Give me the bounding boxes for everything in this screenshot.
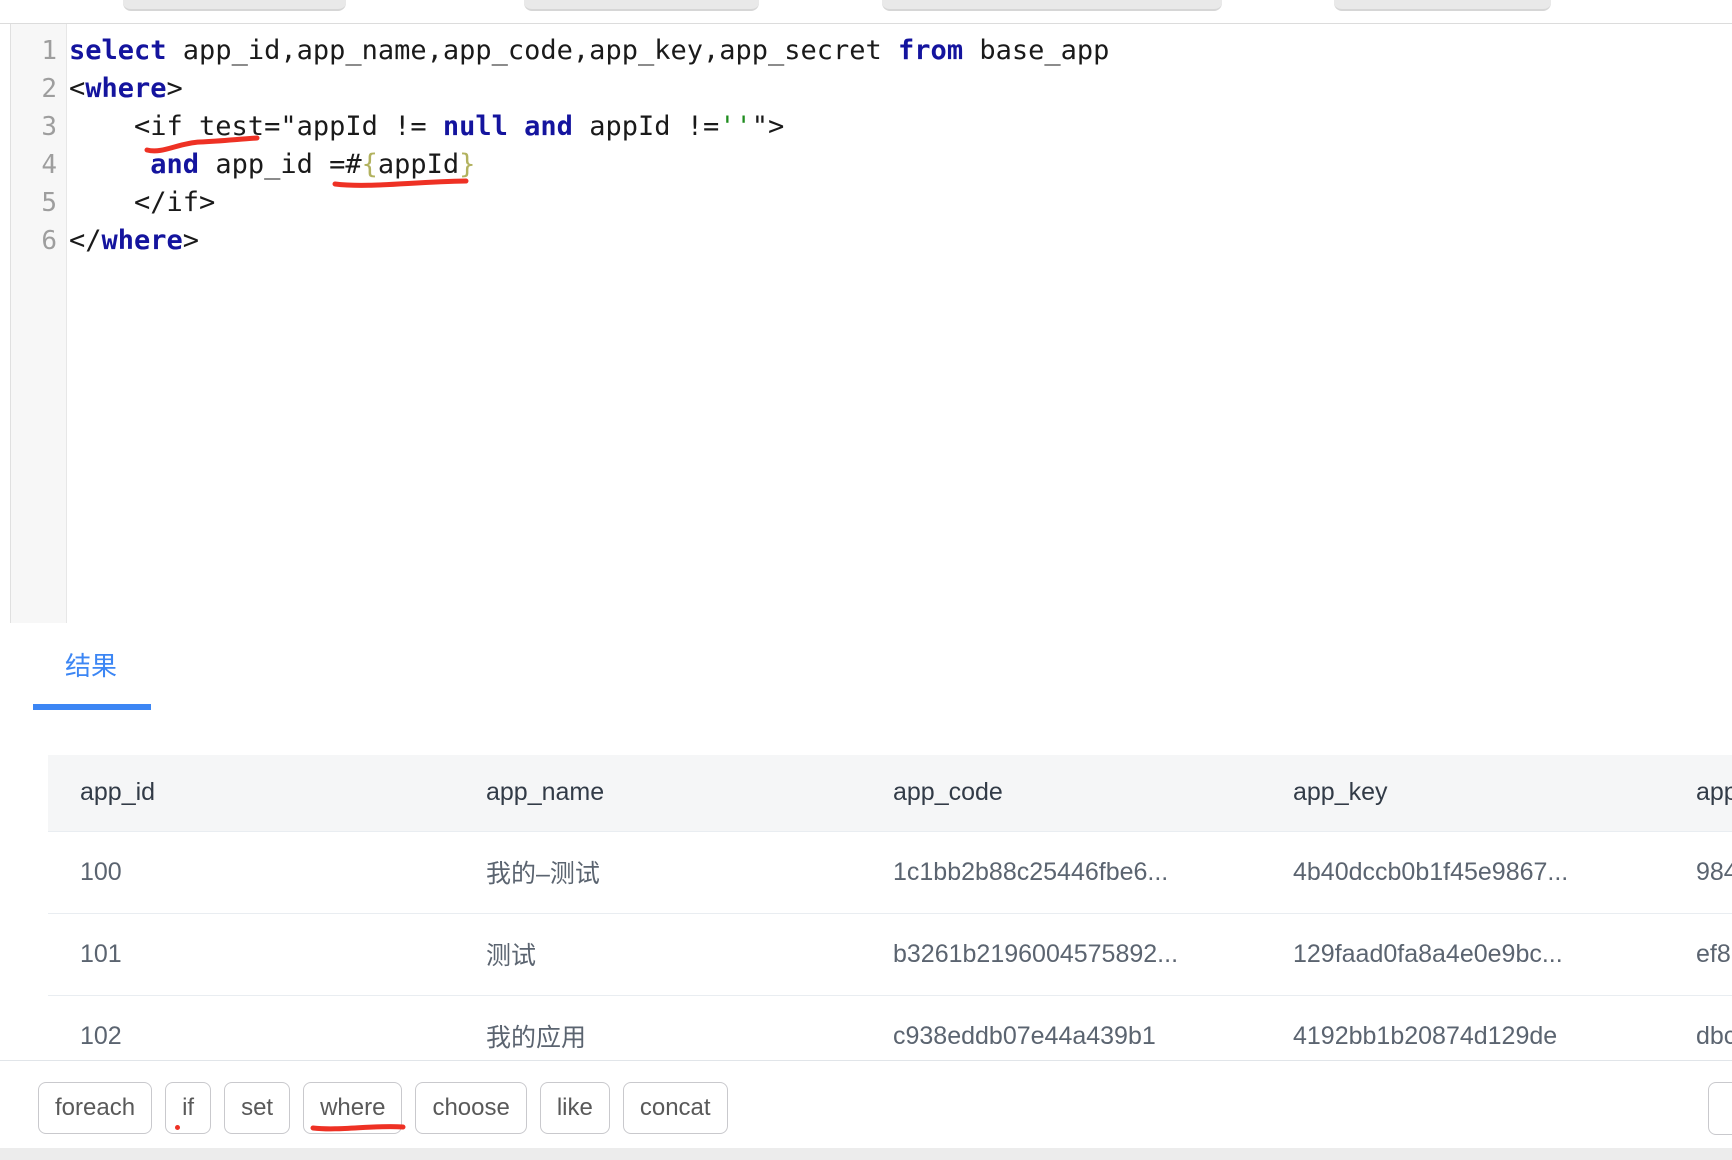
line-number: 6 [11, 222, 66, 260]
snippet-button-choose[interactable]: choose [415, 1082, 526, 1134]
table-cell: 4192bb1b20874d129de [1261, 995, 1664, 1060]
column-header: app_key [1261, 755, 1664, 831]
table-cell: dbc [1664, 995, 1732, 1060]
snippet-button-if[interactable]: if [165, 1082, 211, 1134]
code-token: { [362, 149, 378, 180]
code-line[interactable]: <where> [69, 70, 1732, 108]
column-header: app_id [48, 755, 454, 831]
bottom-edge-strip [0, 1148, 1732, 1160]
table-cell: 984 [1664, 831, 1732, 913]
snippet-button-set[interactable]: set [224, 1082, 290, 1134]
code-token: from [898, 35, 963, 66]
line-number: 1 [11, 32, 66, 70]
table-row: 101测试b3261b2196004575892...129faad0fa8a4… [48, 913, 1732, 995]
table-row: 102我的应用c938eddb07e44a439b14192bb1b20874d… [48, 995, 1732, 1060]
editor-gutter: 123456 [10, 24, 67, 623]
red-underline-where-button [310, 1122, 406, 1132]
table-cell: c938eddb07e44a439b1 [861, 995, 1261, 1060]
table-cell: ef8 [1664, 913, 1732, 995]
code-token: null [443, 111, 508, 142]
table-cell: 101 [48, 913, 454, 995]
table-cell: 1c1bb2b88c25446fbe6... [861, 831, 1261, 913]
code-token: base_app [963, 35, 1109, 66]
table-cell: 102 [48, 995, 454, 1060]
red-dot-if-button [175, 1125, 180, 1130]
code-line[interactable]: select app_id,app_name,app_code,app_key,… [69, 32, 1732, 70]
code-token: appId [378, 149, 459, 180]
code-line[interactable]: <if test="appId != null and appId !=''"> [69, 108, 1732, 146]
tab-active-underline [33, 704, 151, 710]
line-number: 2 [11, 70, 66, 108]
column-header: app_code [861, 755, 1261, 831]
table-cell: 129faad0fa8a4e0e9bc... [1261, 913, 1664, 995]
code-token: "> [752, 111, 785, 142]
code-token: } [459, 149, 475, 180]
snippet-button-concat[interactable]: concat [623, 1082, 728, 1134]
snippet-button-like[interactable]: like [540, 1082, 610, 1134]
code-token: '' [719, 111, 752, 142]
results-table-wrap: app_idapp_nameapp_codeapp_keyapp 100我的–测… [48, 755, 1732, 1060]
code-token: > [167, 73, 183, 104]
table-row: 100我的–测试1c1bb2b88c25446fbe6...4b40dccb0b… [48, 831, 1732, 913]
table-cell: 我的–测试 [454, 831, 861, 913]
cutoff-right-button[interactable] [1708, 1082, 1732, 1135]
cutoff-top-button-3[interactable] [882, 0, 1222, 11]
code-token: < [69, 73, 85, 104]
column-header: app [1664, 755, 1732, 831]
line-number: 3 [11, 108, 66, 146]
snippet-button-foreach[interactable]: foreach [38, 1082, 152, 1134]
code-token: <if test="appId != [69, 111, 443, 142]
code-token: select [69, 35, 167, 66]
editor-code[interactable]: select app_id,app_name,app_code,app_key,… [69, 24, 1732, 260]
code-token [508, 111, 524, 142]
code-token: and [524, 111, 573, 142]
code-token: appId != [573, 111, 719, 142]
code-token: app_id =# [199, 149, 362, 180]
column-header: app_name [454, 755, 861, 831]
toolbar-top-border [0, 1060, 1732, 1061]
table-body: 100我的–测试1c1bb2b88c25446fbe6...4b40dccb0b… [48, 831, 1732, 1060]
code-token: > [183, 225, 199, 256]
code-line[interactable]: </if> [69, 184, 1732, 222]
table-cell: 100 [48, 831, 454, 913]
cutoff-top-button-4[interactable] [1334, 0, 1551, 11]
code-token [69, 149, 150, 180]
code-token: </if> [69, 187, 215, 218]
tab-results[interactable]: 结果 [65, 651, 117, 681]
code-token: where [85, 73, 166, 104]
snippet-toolbar: foreachifsetwherechoose likeconcat [38, 1082, 728, 1134]
line-number: 4 [11, 146, 66, 184]
code-token: where [102, 225, 183, 256]
table-cell: 4b40dccb0b1f45e9867... [1261, 831, 1664, 913]
table-cell: 测试 [454, 913, 861, 995]
cutoff-top-button-2[interactable] [524, 0, 759, 11]
table-header-row: app_idapp_nameapp_codeapp_keyapp [48, 755, 1732, 831]
snippet-button-where[interactable]: where [303, 1082, 402, 1134]
table-cell: 我的应用 [454, 995, 861, 1060]
code-editor[interactable]: 123456 select app_id,app_name,app_code,a… [0, 24, 1732, 623]
code-token: app_id,app_name,app_code,app_key,app_sec… [167, 35, 899, 66]
code-line[interactable]: and app_id =#{appId} [69, 146, 1732, 184]
code-token: and [150, 149, 199, 180]
line-number: 5 [11, 184, 66, 222]
cutoff-top-button-1[interactable] [123, 0, 346, 11]
code-token: </ [69, 225, 102, 256]
code-line[interactable]: </where> [69, 222, 1732, 260]
results-table: app_idapp_nameapp_codeapp_keyapp 100我的–测… [48, 755, 1732, 1060]
table-cell: b3261b2196004575892... [861, 913, 1261, 995]
